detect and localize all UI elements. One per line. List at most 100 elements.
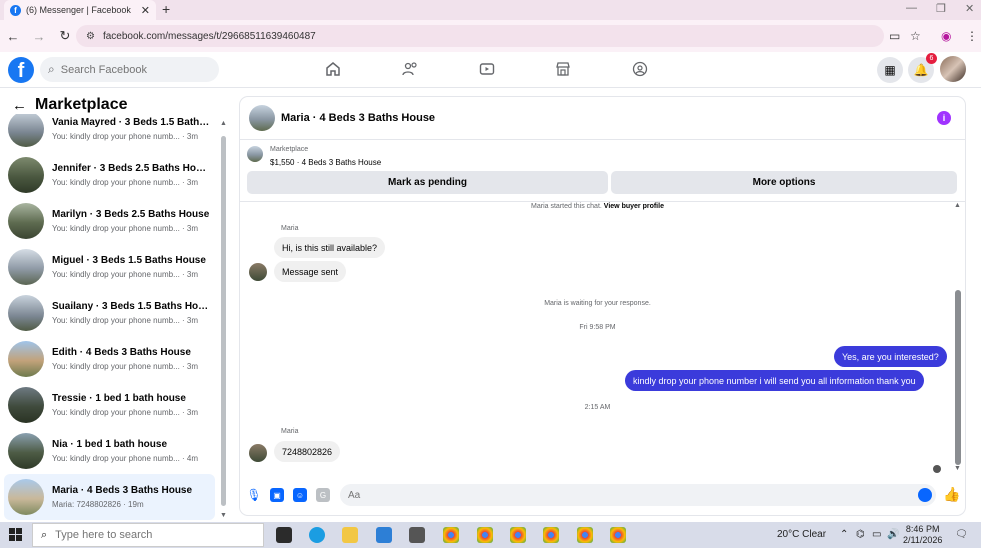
mark-as-pending-button[interactable]: Mark as pending (247, 171, 608, 194)
search-icon: ⌕ (41, 528, 48, 541)
chat-title[interactable]: Maria · 4 Beds 3 Baths House (281, 112, 435, 124)
taskbar-search-input[interactable] (55, 529, 206, 541)
house-thumbnail (8, 387, 44, 423)
site-settings-icon[interactable]: ⚙ (86, 31, 95, 42)
listing-thumbnail[interactable] (249, 105, 275, 131)
conversation-item[interactable]: Nia · 1 bed 1 bath house You: kindly drop… (4, 428, 215, 474)
back-arrow-icon[interactable]: ← (0, 29, 26, 44)
scroll-down-icon[interactable]: ▼ (220, 512, 227, 519)
profile-icon[interactable]: ◉ (941, 29, 951, 43)
chrome-icon[interactable] (543, 527, 559, 543)
conversation-item[interactable]: Tressie · 1 bed 1 bath house You: kindly … (4, 382, 215, 428)
sender-avatar[interactable] (249, 444, 267, 462)
facebook-favicon-icon: f (10, 4, 21, 16)
conversation-item[interactable]: Edith · 4 Beds 3 Baths House You: kindly … (4, 336, 215, 382)
task-view-icon[interactable] (276, 527, 292, 543)
weather-text[interactable]: 20°C Clear (777, 529, 826, 540)
conversation-item[interactable]: Vania Mayred · 3 Beds 1.5 Baths ... You: … (4, 114, 215, 152)
windows-start-icon[interactable] (9, 528, 22, 541)
close-tab-icon[interactable]: ✕ (141, 4, 150, 17)
notification-center-icon[interactable]: 🗨 (955, 529, 968, 540)
user-avatar[interactable] (940, 56, 966, 82)
maximize-button[interactable]: ❐ (936, 2, 946, 15)
photo-icon[interactable]: ▣ (270, 488, 284, 502)
windows-taskbar: ⌕ 20°C Clear ⌃ ⌬ ▭ 🔊 8:46 PM 2/11/2026 🗨 (0, 522, 981, 548)
file-explorer-icon[interactable] (342, 527, 358, 543)
message-input-box[interactable] (340, 484, 936, 506)
house-thumbnail (8, 249, 44, 285)
back-arrow-icon[interactable]: ← (12, 97, 27, 114)
cast-icon[interactable]: ▭ (889, 29, 900, 43)
bookmark-star-icon[interactable]: ☆ (910, 29, 921, 43)
taskbar-clock[interactable]: 8:46 PM 2/11/2026 (903, 524, 942, 546)
video-icon[interactable] (478, 60, 496, 78)
scrollbar-thumb[interactable] (955, 290, 961, 465)
house-thumbnail (8, 114, 44, 147)
forward-arrow-icon[interactable]: → (26, 29, 52, 44)
message-input[interactable] (348, 489, 908, 501)
battery-icon[interactable]: ▭ (872, 529, 881, 540)
facebook-search-box[interactable]: ⌕ (40, 57, 219, 82)
listing-price: $1,550 · 4 Beds 3 Baths House (270, 158, 382, 167)
volume-icon[interactable]: 🔊 (887, 529, 899, 540)
like-thumb-icon[interactable]: 👍 (943, 486, 960, 503)
sticker-icon[interactable]: ☺ (293, 488, 307, 502)
marketplace-icon[interactable] (554, 60, 572, 78)
listing-card: Marketplace $1,550 · 4 Beds 3 Baths Hous… (240, 140, 965, 202)
scroll-up-icon[interactable]: ▲ (220, 120, 227, 127)
friends-icon[interactable] (401, 60, 419, 78)
conversation-preview: Maria: 7248802826 · 19m (52, 500, 144, 509)
scrollbar-thumb[interactable] (221, 136, 226, 506)
conversation-item[interactable]: Marilyn · 3 Beds 2.5 Baths House You: kin… (4, 198, 215, 244)
facebook-logo-icon[interactable]: f (8, 57, 34, 83)
conversation-name: Miguel · 3 Beds 1.5 Baths House (52, 255, 206, 266)
home-icon[interactable] (324, 60, 342, 78)
facebook-top-bar: f ⌕ ▦ 🔔 (0, 52, 981, 88)
gif-icon[interactable]: G (316, 488, 330, 502)
house-thumbnail (8, 157, 44, 193)
chrome-icon[interactable] (577, 527, 593, 543)
url-field[interactable]: ⚙ facebook.com/messages/t/29668511639460… (76, 25, 884, 47)
facebook-search-input[interactable] (60, 63, 201, 76)
incoming-message: Hi, is this still available? (274, 237, 386, 258)
browser-tab[interactable]: f (6) Messenger | Facebook ✕ (4, 0, 156, 20)
chrome-menu-icon[interactable]: ⋮ (966, 29, 978, 43)
edge-icon[interactable] (309, 527, 325, 543)
conversation-item[interactable]: Suailany · 3 Beds 1.5 Baths House You: ki… (4, 290, 215, 336)
scroll-down-icon[interactable]: ▼ (954, 465, 961, 472)
new-tab-button[interactable]: + (162, 1, 170, 17)
conversation-item[interactable]: Miguel · 3 Beds 1.5 Baths House You: kind… (4, 244, 215, 290)
scroll-up-icon[interactable]: ▲ (954, 202, 961, 209)
conversation-item[interactable]: Jennifer · 3 Beds 2.5 Baths House You: ki… (4, 152, 215, 198)
outgoing-message: Yes, are you interested? (834, 346, 947, 367)
chat-scrollbar[interactable]: ▲ ▼ (954, 202, 962, 472)
conversation-item-active[interactable]: Maria · 4 Beds 3 Baths House Maria: 72488… (4, 474, 215, 520)
more-options-button[interactable]: More options (611, 171, 957, 194)
chrome-icon[interactable] (610, 527, 626, 543)
taskbar-search-box[interactable]: ⌕ (32, 523, 264, 547)
view-buyer-profile-link[interactable]: View buyer profile (604, 203, 664, 210)
chrome-icon[interactable] (443, 527, 459, 543)
minimize-button[interactable]: — (906, 2, 917, 14)
sidebar-scrollbar[interactable]: ▲ ▼ (220, 118, 227, 519)
microphone-icon[interactable]: 🎙 (246, 488, 261, 502)
network-icon[interactable]: ⌬ (856, 529, 865, 540)
reload-icon[interactable]: ↻ (52, 28, 78, 44)
info-icon[interactable]: i (937, 111, 951, 125)
emoji-icon[interactable] (918, 488, 932, 502)
chrome-icon[interactable] (477, 527, 493, 543)
menu-grid-icon[interactable]: ▦ (877, 57, 903, 83)
listing-source: Marketplace (270, 146, 309, 153)
window-close-button[interactable]: ✕ (965, 2, 974, 15)
browser-tab-strip: f (6) Messenger | Facebook ✕ + — ❐ ✕ (0, 0, 981, 20)
outgoing-message: kindly drop your phone number i will sen… (625, 370, 924, 391)
notification-count-badge: 6 (926, 53, 937, 64)
conversation-preview: You: kindly drop your phone numb... · 3m (52, 362, 199, 371)
app-icon[interactable] (409, 527, 425, 543)
store-icon[interactable] (376, 527, 392, 543)
sidebar-header: ← Marketplace (12, 96, 128, 114)
gaming-icon[interactable] (631, 60, 649, 78)
sender-avatar[interactable] (249, 263, 267, 281)
chrome-icon[interactable] (510, 527, 526, 543)
tray-chevron-icon[interactable]: ⌃ (840, 529, 848, 540)
